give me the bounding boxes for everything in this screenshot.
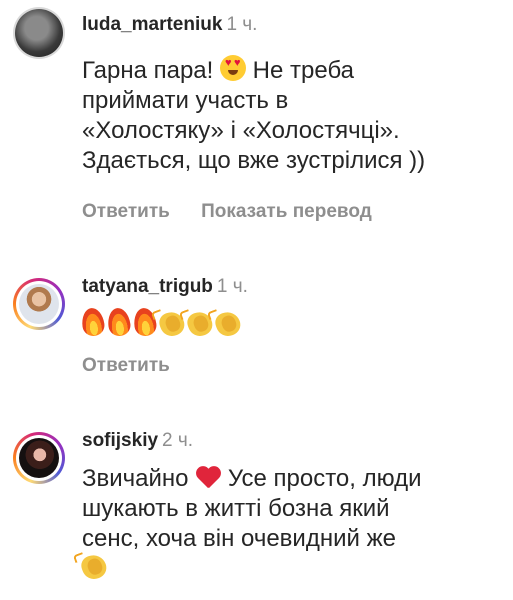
comment-text-line: «Холостяку» і «Холостячці». <box>82 117 400 144</box>
comment-text <box>80 306 502 341</box>
comment-text: Звичайно Усе просто, люди шукають в житт… <box>78 464 502 584</box>
avatar[interactable] <box>13 432 65 484</box>
clapping-hands-icon <box>212 308 244 340</box>
comment-actions: Ответить Показать перевод <box>82 201 372 223</box>
comment-text: Гарна пара! Не треба приймати участь в «… <box>82 55 502 176</box>
comment-header: sofijskiy 2 ч. <box>82 430 193 452</box>
fire-icon <box>80 306 106 338</box>
comment-text-line: приймати участь в <box>82 87 289 114</box>
comment-text-line: Гарна пара! <box>82 57 214 84</box>
profile-photo <box>15 9 63 57</box>
comment-header: luda_marteniuk 1 ч. <box>82 14 257 36</box>
timestamp: 1 ч. <box>226 14 258 35</box>
fire-icon <box>106 306 132 338</box>
comment-text-line: шукають в житті бозна який <box>82 495 390 522</box>
comment-text-line: Усе просто, люди <box>227 465 422 492</box>
avatar[interactable] <box>13 7 65 59</box>
profile-photo <box>19 284 59 324</box>
username[interactable]: luda_marteniuk <box>82 14 222 35</box>
comment-text-line: сенс, хоча він очевидний же <box>82 525 396 552</box>
profile-photo <box>19 438 59 478</box>
reply-button[interactable]: Ответить <box>82 355 170 377</box>
reply-button[interactable]: Ответить <box>82 201 170 223</box>
username[interactable]: tatyana_trigub <box>82 276 213 297</box>
heart-eyes-face-icon <box>220 55 246 81</box>
show-translation-button[interactable]: Показать перевод <box>201 201 372 223</box>
timestamp: 2 ч. <box>162 430 194 451</box>
comment-actions: Ответить <box>82 355 170 377</box>
comment-text-line: Здається, що вже зустрілися )) <box>82 147 426 174</box>
comment-text-line: Звичайно <box>82 465 189 492</box>
comment-header: tatyana_trigub 1 ч. <box>82 276 248 298</box>
red-heart-icon <box>195 465 221 489</box>
username[interactable]: sofijskiy <box>82 430 158 451</box>
avatar[interactable] <box>13 278 65 330</box>
clapping-hands-icon <box>78 551 110 583</box>
comment-text-line: Не треба <box>252 57 354 84</box>
timestamp: 1 ч. <box>216 276 248 297</box>
